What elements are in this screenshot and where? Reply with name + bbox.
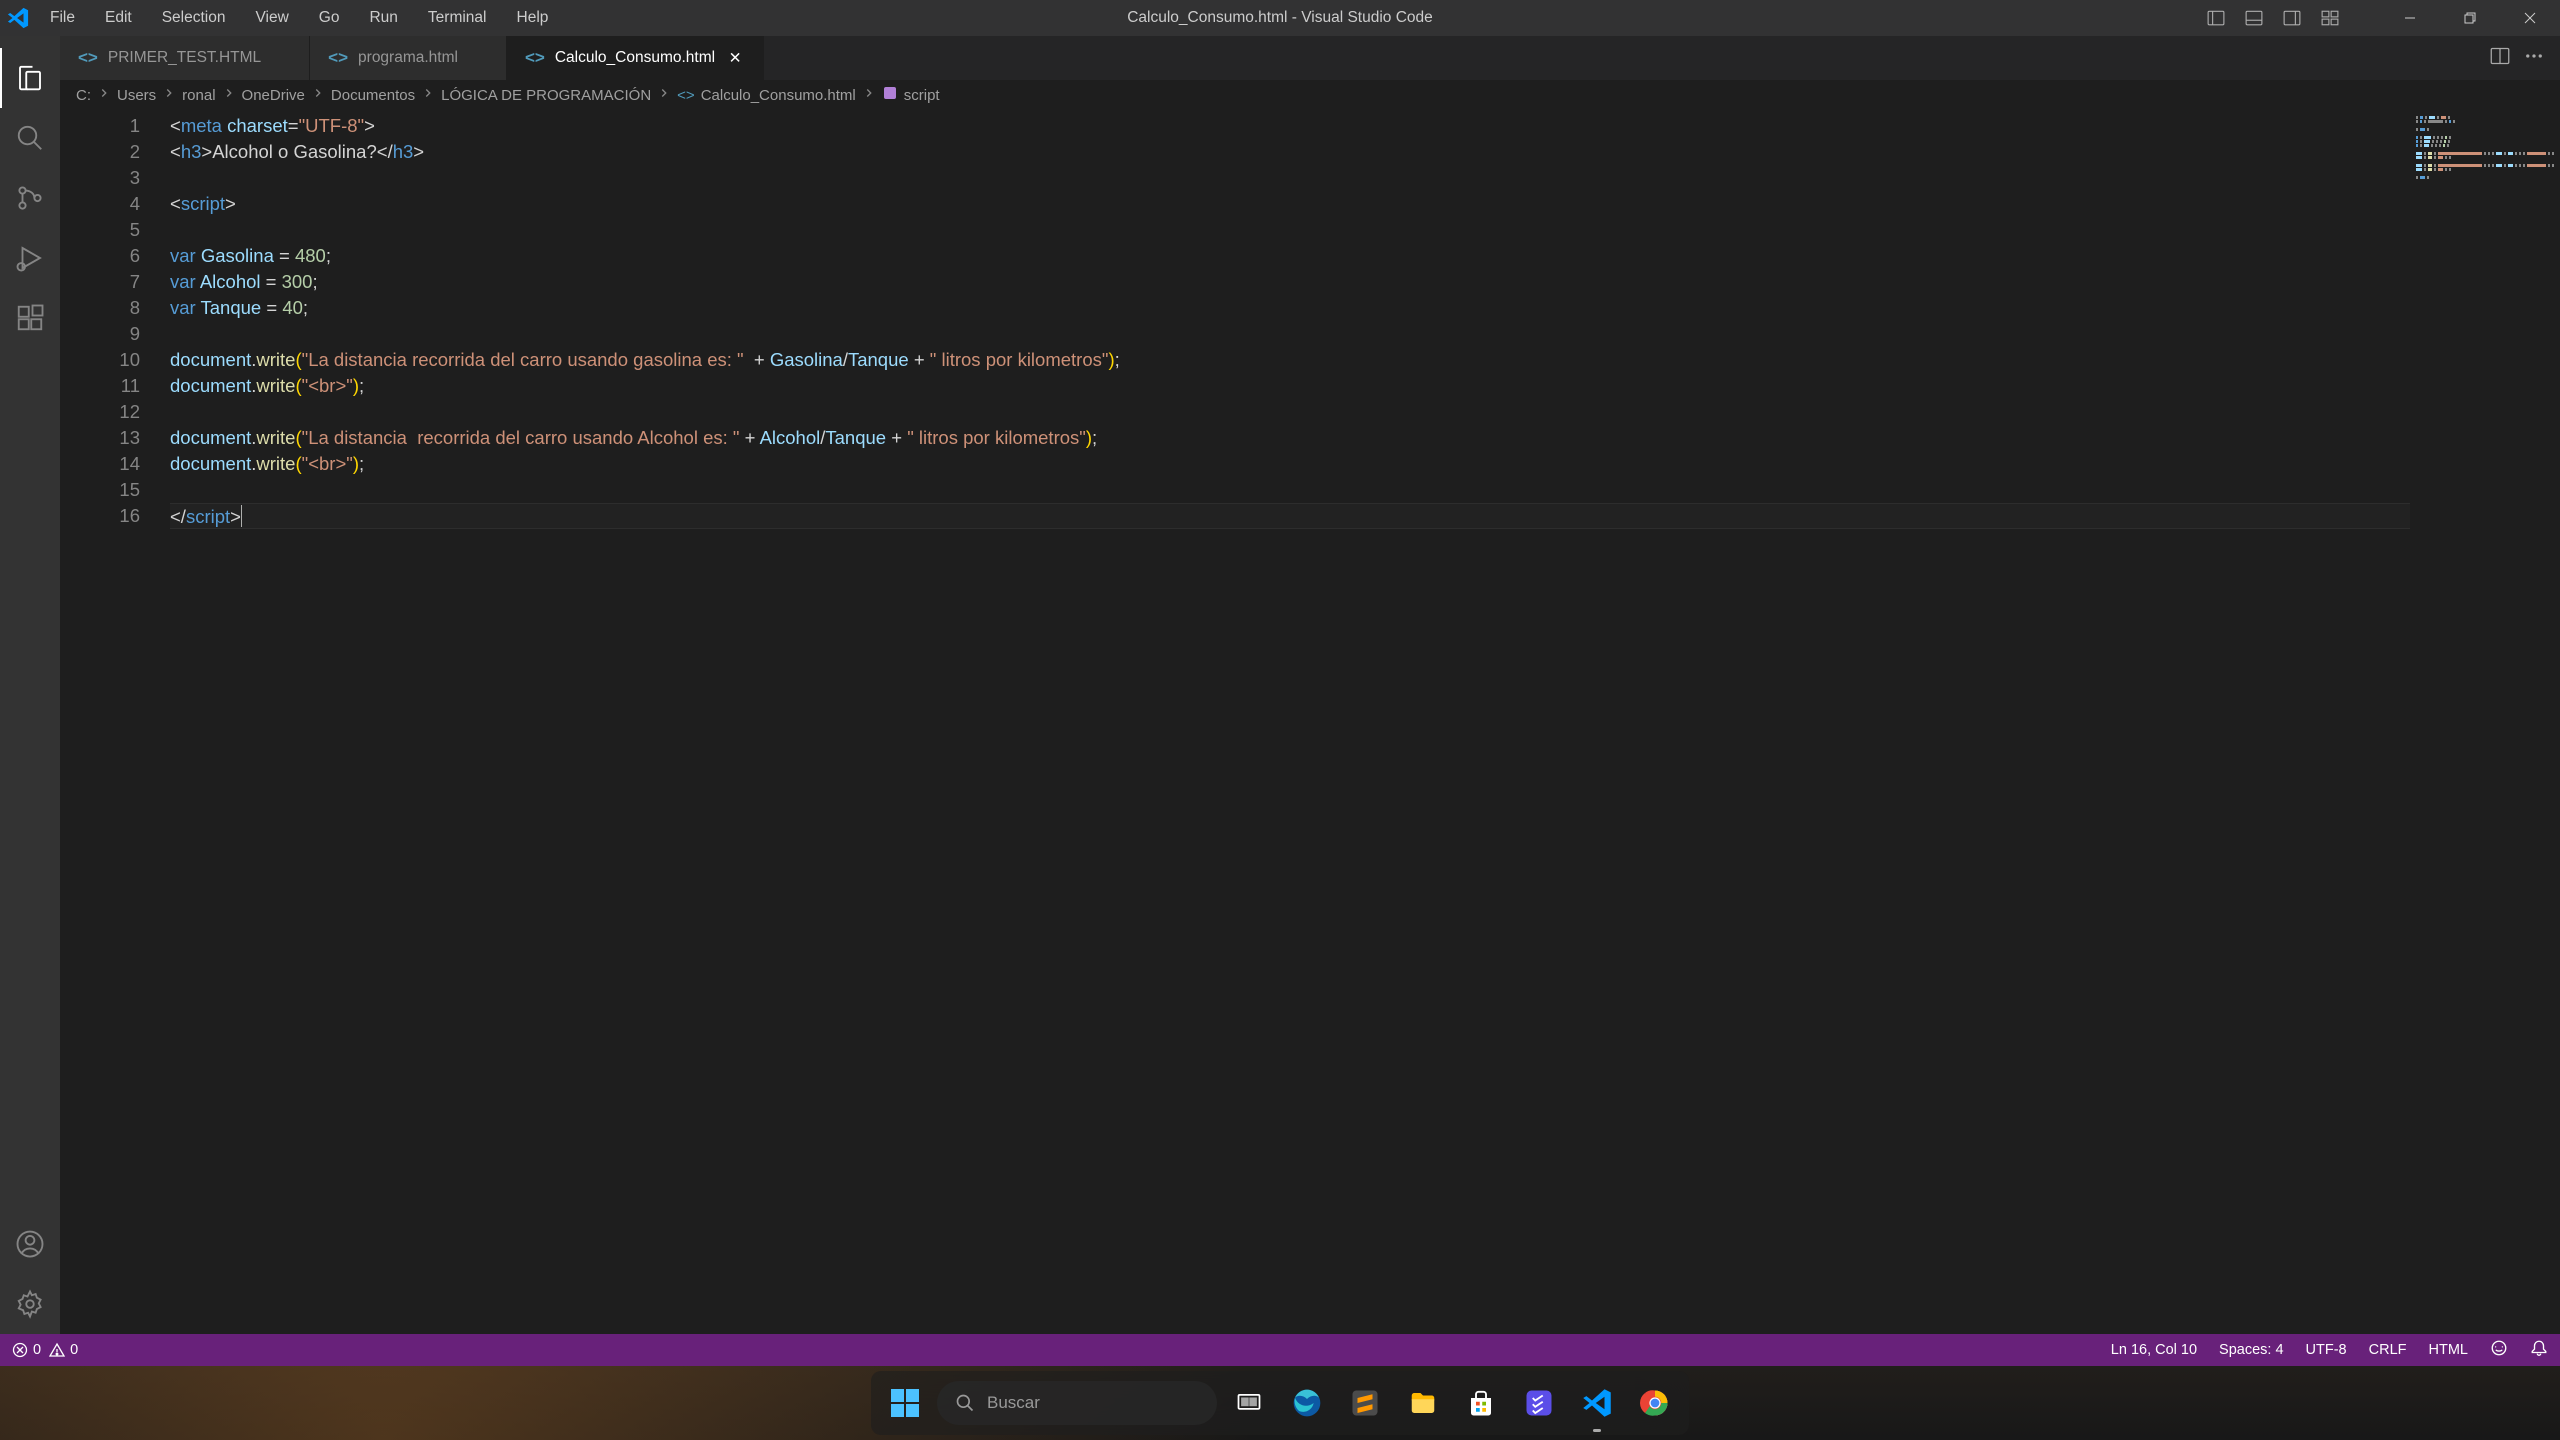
html-file-icon: <> <box>328 48 348 68</box>
tab-programa-html[interactable]: <>programa.html✕ <box>310 36 507 80</box>
file-explorer-icon[interactable] <box>1397 1377 1449 1429</box>
code-editor[interactable]: 12345678910111213141516 <meta charset="U… <box>60 110 2560 1334</box>
chevron-right-icon <box>222 86 236 104</box>
more-actions-icon[interactable] <box>2524 46 2544 71</box>
html-file-icon: <> <box>525 48 545 68</box>
language-mode[interactable]: HTML <box>2429 1342 2468 1358</box>
status-bar: 0 0 Ln 16, Col 10 Spaces: 4 UTF-8 CRLF H… <box>0 1334 2560 1366</box>
menu-selection[interactable]: Selection <box>148 0 240 36</box>
breadcrumb-segment[interactable]: ronal <box>182 87 215 104</box>
microsoft-store-icon[interactable] <box>1455 1377 1507 1429</box>
todoist-icon[interactable] <box>1513 1377 1565 1429</box>
chevron-right-icon <box>657 86 671 104</box>
chevron-right-icon <box>862 86 876 104</box>
vscode-logo-icon <box>0 7 36 29</box>
titlebar: FileEditSelectionViewGoRunTerminalHelp C… <box>0 0 2560 36</box>
script-symbol-icon <box>882 85 898 105</box>
minimize-button[interactable] <box>2380 0 2440 36</box>
chevron-right-icon <box>162 86 176 104</box>
html-file-icon: <> <box>677 87 695 104</box>
toggle-panel-icon[interactable] <box>2244 8 2264 28</box>
explorer-icon[interactable] <box>0 48 60 108</box>
customize-layout-icon[interactable] <box>2320 8 2340 28</box>
breadcrumb-symbol[interactable]: script <box>904 87 940 104</box>
breadcrumb-segment[interactable]: Users <box>117 87 156 104</box>
menu-file[interactable]: File <box>36 0 89 36</box>
edge-browser-icon[interactable] <box>1281 1377 1333 1429</box>
extensions-icon[interactable] <box>0 288 60 348</box>
source-control-icon[interactable] <box>0 168 60 228</box>
accounts-icon[interactable] <box>0 1214 60 1274</box>
indentation[interactable]: Spaces: 4 <box>2219 1342 2284 1358</box>
eol[interactable]: CRLF <box>2369 1342 2407 1358</box>
window-title: Calculo_Consumo.html - Visual Studio Cod… <box>1127 9 1433 27</box>
tab-calculo_consumo-html[interactable]: <>Calculo_Consumo.html✕ <box>507 36 764 80</box>
minimap[interactable] <box>2410 110 2560 1334</box>
split-editor-icon[interactable] <box>2490 46 2510 71</box>
settings-gear-icon[interactable] <box>0 1274 60 1334</box>
run-debug-icon[interactable] <box>0 228 60 288</box>
menu-bar: FileEditSelectionViewGoRunTerminalHelp <box>36 0 562 36</box>
sublime-text-icon[interactable] <box>1339 1377 1391 1429</box>
editor-tabs: <>PRIMER_TEST.HTML✕<>programa.html✕<>Cal… <box>60 36 2560 80</box>
feedback-icon[interactable] <box>2490 1339 2508 1361</box>
breadcrumb-segment[interactable]: LÓGICA DE PROGRAMACIÓN <box>441 87 651 104</box>
activity-bar <box>0 36 60 1334</box>
breadcrumbs[interactable]: C: Users ronal OneDrive Documentos LÓGICA DE … <box>60 80 2560 110</box>
breadcrumb-file[interactable]: Calculo_Consumo.html <box>701 87 856 104</box>
close-button[interactable] <box>2500 0 2560 36</box>
start-button[interactable] <box>879 1377 931 1429</box>
task-view-icon[interactable] <box>1223 1377 1275 1429</box>
close-tab-icon[interactable]: ✕ <box>725 48 745 68</box>
maximize-button[interactable] <box>2440 0 2500 36</box>
menu-edit[interactable]: Edit <box>91 0 146 36</box>
line-numbers-gutter: 12345678910111213141516 <box>60 110 170 1334</box>
chevron-right-icon <box>311 86 325 104</box>
chrome-icon[interactable] <box>1629 1377 1681 1429</box>
vscode-taskbar-icon[interactable] <box>1571 1377 1623 1429</box>
encoding[interactable]: UTF-8 <box>2306 1342 2347 1358</box>
menu-go[interactable]: Go <box>305 0 354 36</box>
taskbar-search[interactable]: Buscar <box>937 1381 1217 1425</box>
chevron-right-icon <box>97 86 111 104</box>
menu-view[interactable]: View <box>241 0 302 36</box>
warnings-count[interactable]: 0 <box>49 1342 78 1358</box>
toggle-primary-sidebar-icon[interactable] <box>2206 8 2226 28</box>
menu-terminal[interactable]: Terminal <box>414 0 501 36</box>
windows-taskbar: Buscar <box>0 1366 2560 1440</box>
breadcrumb-segment[interactable]: C: <box>76 87 91 104</box>
notifications-icon[interactable] <box>2530 1339 2548 1361</box>
errors-count[interactable]: 0 <box>12 1342 41 1358</box>
cursor-position[interactable]: Ln 16, Col 10 <box>2111 1342 2197 1358</box>
breadcrumb-segment[interactable]: OneDrive <box>242 87 305 104</box>
menu-help[interactable]: Help <box>503 0 563 36</box>
search-icon[interactable] <box>0 108 60 168</box>
html-file-icon: <> <box>78 48 98 68</box>
tab-primer_test-html[interactable]: <>PRIMER_TEST.HTML✕ <box>60 36 310 80</box>
toggle-secondary-sidebar-icon[interactable] <box>2282 8 2302 28</box>
chevron-right-icon <box>421 86 435 104</box>
breadcrumb-segment[interactable]: Documentos <box>331 87 415 104</box>
menu-run[interactable]: Run <box>355 0 411 36</box>
